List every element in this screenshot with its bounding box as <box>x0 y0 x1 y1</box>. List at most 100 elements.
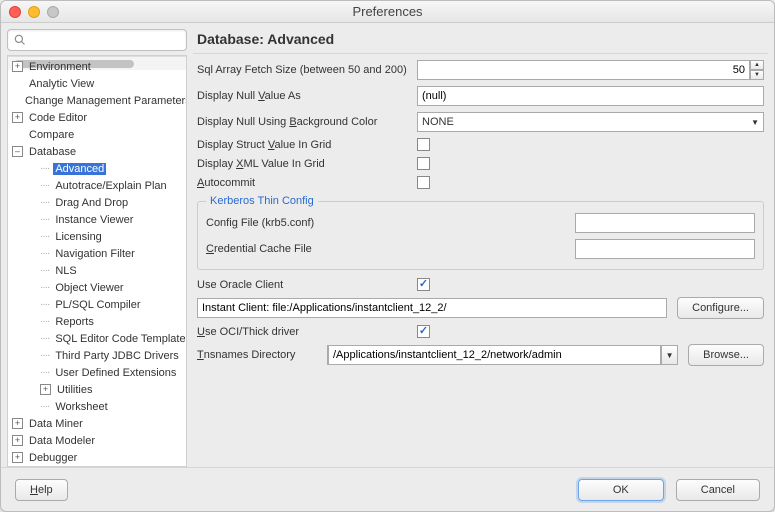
use-oracle-client-checkbox[interactable] <box>417 278 430 291</box>
browse-button[interactable]: Browse... <box>688 344 764 366</box>
tree-node-reports[interactable]: ····Reports <box>8 313 186 330</box>
tree-node-label: Drag And Drop <box>53 197 130 209</box>
tree-node-sql-editor-code-templates[interactable]: ····SQL Editor Code Templates <box>8 330 186 347</box>
tree-node-label: Database <box>27 146 78 158</box>
xml-value-checkbox[interactable] <box>417 157 430 170</box>
credential-cache-input[interactable] <box>575 239 755 259</box>
tree-leaf-icon: ···· <box>40 197 49 208</box>
tree-node-label: Environment <box>27 61 93 73</box>
tree-scroll[interactable]: +Environment–Analytic View–Change Manage… <box>8 56 186 466</box>
cancel-button[interactable]: Cancel <box>676 479 760 501</box>
tree-node-change-management-parameters[interactable]: –Change Management Parameters <box>8 92 186 109</box>
tree-node-drag-and-drop[interactable]: ···· Drag And Drop <box>8 194 186 211</box>
tree-node-object-viewer[interactable]: ····Object Viewer <box>8 279 186 296</box>
tree-node-instance-viewer[interactable]: ···· Instance Viewer <box>8 211 186 228</box>
null-value-input[interactable] <box>417 86 764 106</box>
tree-node-worksheet[interactable]: ····Worksheet <box>8 398 186 415</box>
tree-node-label: Instance Viewer <box>53 214 135 226</box>
config-file-label: Config File (krb5.conf) <box>206 217 406 229</box>
credential-cache-label: Credential Cache File <box>206 243 406 255</box>
tree-leaf-icon: ···· <box>40 248 49 259</box>
tree-leaf-icon: ···· <box>40 333 49 344</box>
tree-node-label: Autotrace/Explain Plan <box>53 180 168 192</box>
titlebar: Preferences <box>1 1 774 23</box>
kerberos-fieldset: Kerberos Thin Config Config File (krb5.c… <box>197 195 764 270</box>
tree-node-label: Worksheet <box>53 401 109 413</box>
config-file-input[interactable] <box>575 213 755 233</box>
tree-node-compare[interactable]: –Compare <box>8 126 186 143</box>
tree-node-pl-sql-compiler[interactable]: ····PL/SQL Compiler <box>8 296 186 313</box>
tree-node-autotrace-explain-plan[interactable]: ····Autotrace/Explain Plan <box>8 177 186 194</box>
use-oci-label: Use OCI/Thick driver <box>197 326 417 338</box>
chevron-down-icon[interactable]: ▼ <box>661 346 677 364</box>
tree-leaf-icon: ···· <box>40 214 49 225</box>
window-title: Preferences <box>1 4 774 19</box>
oracle-client-path <box>197 298 667 318</box>
tree-toggle-icon[interactable]: + <box>12 112 23 123</box>
tree-node-label: Compare <box>27 129 76 141</box>
sql-array-input[interactable] <box>417 60 750 80</box>
form-area: Sql Array Fetch Size (between 50 and 200… <box>193 54 768 467</box>
tree-node-label: User Defined Extensions <box>53 367 178 379</box>
tree-node-debugger[interactable]: + Debugger <box>8 449 186 466</box>
use-oracle-client-label: Use Oracle Client <box>197 279 417 291</box>
tnsnames-input[interactable] <box>328 345 661 365</box>
null-bg-select[interactable]: NONE▼ <box>417 112 764 132</box>
use-oci-checkbox[interactable] <box>417 325 430 338</box>
kerberos-legend: Kerberos Thin Config <box>206 195 318 207</box>
tree-node-label: Utilities <box>55 384 94 396</box>
tree-node-advanced[interactable]: ····Advanced <box>8 160 186 177</box>
tree-toggle-icon[interactable]: + <box>12 452 23 463</box>
tree-node-code-editor[interactable]: +Code Editor <box>8 109 186 126</box>
tree-node-label: Debugger <box>27 452 79 464</box>
preferences-window: Preferences +Environment–Analytic View–C… <box>0 0 775 512</box>
null-bg-label: Display Null Using Background Color <box>197 116 417 128</box>
tree-leaf-icon: ···· <box>40 163 49 174</box>
struct-value-checkbox[interactable] <box>417 138 430 151</box>
tree-node-label: Object Viewer <box>53 282 125 294</box>
tree-node-utilities[interactable]: + Utilities <box>8 381 186 398</box>
footer: Help OK Cancel <box>1 467 774 511</box>
tnsnames-label: Tnsnames Directory <box>197 349 327 361</box>
ok-button[interactable]: OK <box>578 479 664 501</box>
tree-leaf-icon: ···· <box>40 299 49 310</box>
tree-node-user-defined-extensions[interactable]: ····User Defined Extensions <box>8 364 186 381</box>
search-field[interactable] <box>7 29 187 51</box>
tree-node-navigation-filter[interactable]: ····Navigation Filter <box>8 245 186 262</box>
tree-node-analytic-view[interactable]: –Analytic View <box>8 75 186 92</box>
tree-node-data-miner[interactable]: +Data Miner <box>8 415 186 432</box>
chevron-down-icon: ▼ <box>751 118 759 127</box>
tree-toggle-icon[interactable]: + <box>12 435 23 446</box>
tree-node-label: Change Management Parameters <box>23 95 186 107</box>
configure-button[interactable]: Configure... <box>677 297 764 319</box>
sql-array-spinner[interactable]: ▲ ▼ <box>417 60 764 80</box>
autocommit-label: Autocommit <box>197 177 417 189</box>
sql-array-label: Sql Array Fetch Size (between 50 and 200… <box>197 64 417 76</box>
tree-toggle-icon[interactable]: + <box>12 61 23 72</box>
tree-node-data-modeler[interactable]: + Data Modeler <box>8 432 186 449</box>
tree-node-licensing[interactable]: ···· Licensing <box>8 228 186 245</box>
tree-node-environment[interactable]: + Environment <box>8 58 186 75</box>
tree-toggle-icon[interactable]: + <box>12 418 23 429</box>
tree-node-label: Data Modeler <box>27 435 97 447</box>
spinner-down-icon[interactable]: ▼ <box>750 70 764 80</box>
tree-node-label: Reports <box>53 316 96 328</box>
autocommit-checkbox[interactable] <box>417 176 430 189</box>
tree-node-third-party-jdbc-drivers[interactable]: ····Third Party JDBC Drivers <box>8 347 186 364</box>
tree-leaf-icon: ···· <box>40 231 49 242</box>
preferences-tree: +Environment–Analytic View–Change Manage… <box>7 55 187 467</box>
xml-value-label: Display XML Value In Grid <box>197 158 417 170</box>
spinner-up-icon[interactable]: ▲ <box>750 60 764 70</box>
tree-toggle-icon[interactable]: – <box>12 146 23 157</box>
tree-node-label: NLS <box>53 265 78 277</box>
help-button[interactable]: Help <box>15 479 68 501</box>
search-input[interactable] <box>30 33 180 47</box>
panel-heading: Database: Advanced <box>193 29 768 54</box>
tree-node-nls[interactable]: ···· NLS <box>8 262 186 279</box>
tree-node-database[interactable]: –Database <box>8 143 186 160</box>
tnsnames-combo[interactable]: ▼ <box>327 345 678 365</box>
tree-leaf-icon: ···· <box>40 265 49 276</box>
tree-toggle-icon[interactable]: + <box>40 384 51 395</box>
tree-node-label: Licensing <box>53 231 103 243</box>
sidebar: +Environment–Analytic View–Change Manage… <box>7 29 187 467</box>
